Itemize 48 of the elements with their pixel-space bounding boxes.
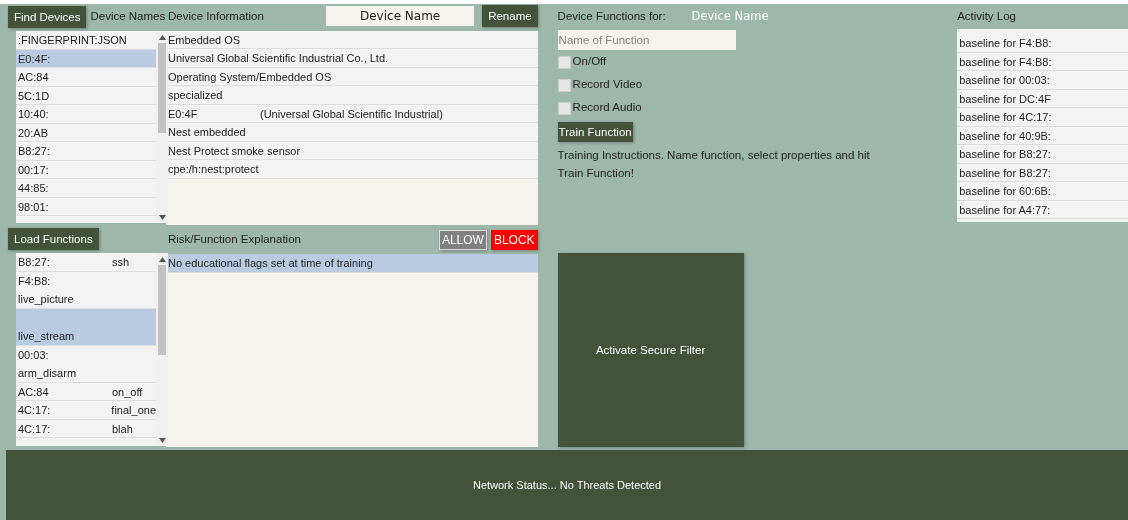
info-cell-text: Embedded OS [168,32,241,48]
log-entry: baseline for A4:77: [957,200,1128,219]
scroll-down-arrow-icon[interactable] [159,214,166,220]
panel-title: Risk/Function Explanation [168,232,302,248]
checkbox[interactable] [557,78,571,92]
log-entry: baseline for F4:B8: [957,34,1128,53]
checkbox-label: Record Audio [572,100,642,116]
find-devices-button[interactable]: Find Devices [8,5,87,28]
log-entry: baseline for 60:6B: [957,182,1128,201]
checkbox[interactable] [557,101,571,115]
checkbox-label: Record Video [572,77,643,93]
panel-title: Device Names [90,8,166,24]
device-name-field[interactable]: Device Name [326,6,475,27]
log-entry: baseline for 4C:17: [957,108,1128,127]
block-button[interactable]: BLOCK [490,229,538,250]
training-instructions: Training Instructions. Name function, select properties and hit Train Function! [557,148,871,181]
log-entry: baseline for B8:27: [957,163,1128,182]
checkbox-label: On/Off [572,54,607,70]
function-name-field[interactable]: Name of Function [557,30,736,50]
info-cell-text: specialized [168,88,223,104]
scroll-up-arrow-icon[interactable] [159,256,166,262]
explanation-item[interactable]: No educational flags set at time of training [166,254,538,273]
status-bar: Network Status... No Threats Detected [6,450,1128,520]
train-function-button[interactable]: Train Function [557,122,633,142]
info-cell-text: Universal Global Scientific Industrial Co., Ltd. [168,51,389,67]
allow-button[interactable]: ALLOW [438,229,487,250]
checkbox[interactable] [557,55,571,69]
function-list-item[interactable]: live_stream [16,308,156,346]
secure-filter-button[interactable]: Activate Secure Filter [557,253,744,447]
log-entry: baseline for 00:03: [957,71,1128,90]
rename-button[interactable]: Rename [482,5,538,28]
panel-title: Activity Log [957,8,1016,24]
panel-title: Device Functions for: [557,8,667,24]
info-cell-text: Operating System/Embedded OS [168,69,332,85]
info-cell-text: cpe:/h:nest:protect [168,162,259,178]
info-cell-text: (Universal Global Scientific Industrial) [260,106,443,122]
info-cell-text: Nest Protect smoke sensor [168,143,301,159]
info-cell-text: E0:4F [168,106,199,122]
scroll-up-arrow-icon[interactable] [159,34,166,40]
info-cell-text: Nest embedded [168,125,246,141]
log-entry: baseline for DC:4F [957,89,1128,108]
device-name-label: Device Name [691,7,769,25]
log-entry: baseline for 40:9B: [957,126,1128,145]
log-entry: baseline for F4:B8: [957,52,1128,71]
load-functions-button[interactable]: Load Functions [8,227,99,250]
panel-title: Device Information [168,8,265,24]
scroll-down-arrow-icon[interactable] [159,437,166,443]
log-entry: baseline for B8:27: [957,145,1128,164]
